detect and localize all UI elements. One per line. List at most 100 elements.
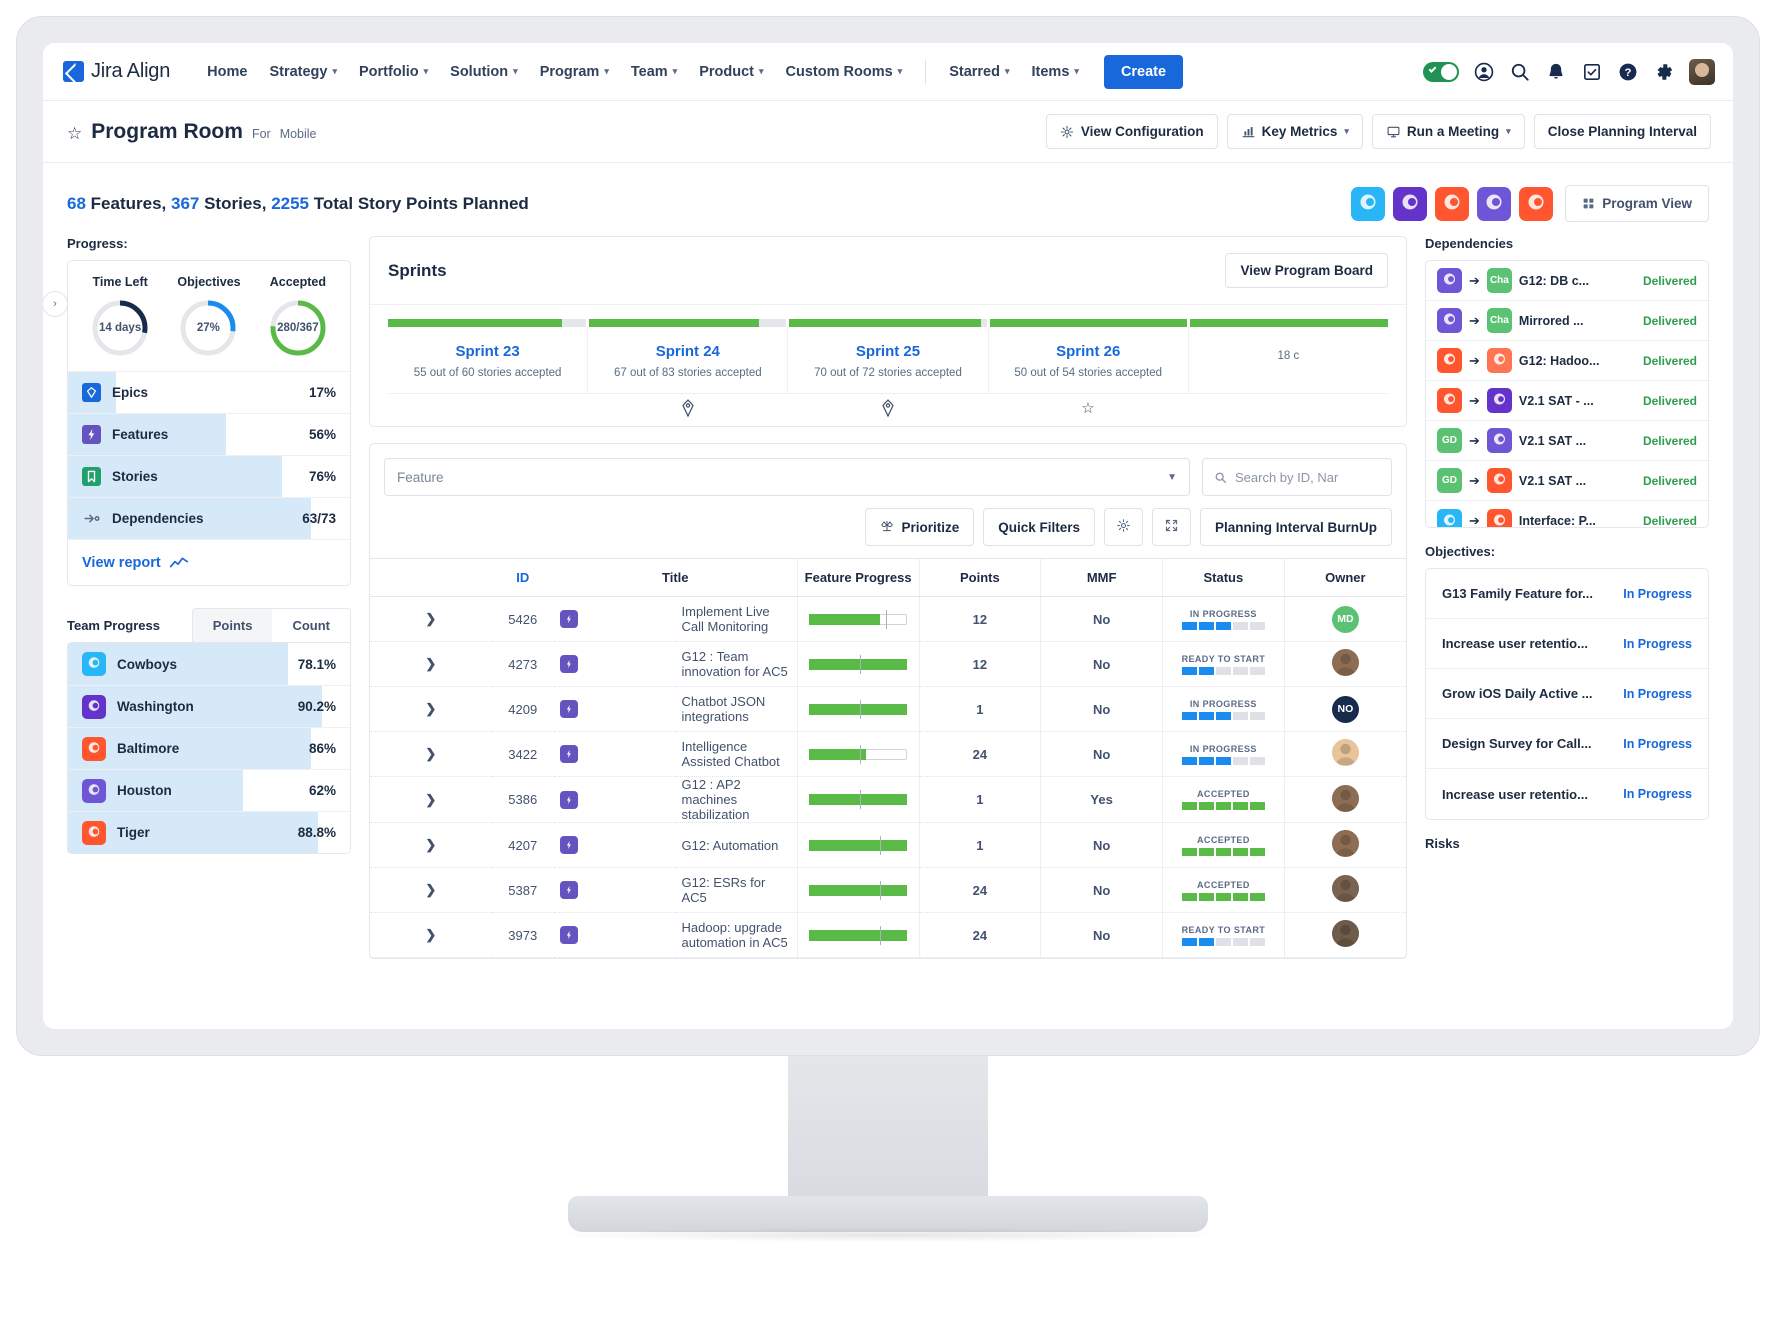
nav-item-program[interactable]: Program ▾ bbox=[529, 56, 620, 88]
nav-item-product[interactable]: Product ▾ bbox=[688, 56, 774, 88]
row-expand-chevron-icon[interactable]: ❯ bbox=[370, 822, 492, 868]
avatar[interactable] bbox=[1331, 649, 1359, 676]
sprint-marker-star[interactable]: ☆ bbox=[988, 394, 1188, 422]
sprint-marker-diamond[interactable] bbox=[788, 394, 988, 422]
row-id[interactable]: 3973 bbox=[491, 912, 554, 958]
dependency-row[interactable]: GD ➔ V2.1 SAT ... Delivered bbox=[1426, 461, 1708, 501]
nav-item-home[interactable]: Home bbox=[196, 56, 258, 88]
program-view-button[interactable]: Program View bbox=[1565, 185, 1709, 222]
avatar[interactable] bbox=[1331, 739, 1359, 766]
dependency-row[interactable]: GD ➔ V2.1 SAT ... Delivered bbox=[1426, 421, 1708, 461]
header-action-key-metrics[interactable]: Key Metrics ▾ bbox=[1226, 114, 1363, 149]
objective-row[interactable]: Increase user retentio... In Progress bbox=[1426, 769, 1708, 819]
tasks-checkbox-icon[interactable] bbox=[1581, 61, 1603, 83]
search-input[interactable]: Search by ID, Nar bbox=[1202, 458, 1392, 496]
objective-row[interactable]: Grow iOS Daily Active ... In Progress bbox=[1426, 669, 1708, 719]
help-icon[interactable]: ? bbox=[1617, 61, 1639, 83]
nav-item-portfolio[interactable]: Portfolio ▾ bbox=[348, 56, 439, 88]
nav-item-team[interactable]: Team ▾ bbox=[620, 56, 688, 88]
star-outline-icon[interactable]: ☆ bbox=[67, 124, 82, 144]
row-id[interactable]: 5387 bbox=[491, 867, 554, 913]
table-row[interactable]: ❯ 4207 G12: Automation 1 No ACCEPTED bbox=[370, 822, 1406, 868]
team-row-washington[interactable]: Washington 90.2% bbox=[68, 685, 350, 727]
progress-row-epics[interactable]: Epics 17% bbox=[68, 371, 350, 413]
team-row-tiger[interactable]: Tiger 88.8% bbox=[68, 811, 350, 853]
row-expand-chevron-icon[interactable]: ❯ bbox=[370, 596, 492, 642]
avatar[interactable] bbox=[1331, 875, 1359, 902]
feature-button-prioritize[interactable]: Prioritize bbox=[865, 508, 975, 546]
avatar[interactable] bbox=[1331, 784, 1359, 812]
row-id[interactable]: 4209 bbox=[491, 686, 554, 732]
feature-button-gear-icon[interactable] bbox=[1103, 508, 1143, 546]
baltimore-avatar[interactable] bbox=[1435, 186, 1470, 221]
tiger-avatar[interactable] bbox=[1519, 186, 1554, 221]
table-row[interactable]: ❯ 3973 Hadoop: upgrade automation in AC5 24… bbox=[370, 912, 1406, 958]
progress-row-features[interactable]: Features 56% bbox=[68, 413, 350, 455]
row-id[interactable]: 4207 bbox=[491, 822, 554, 868]
row-expand-chevron-icon[interactable]: ❯ bbox=[370, 776, 492, 823]
header-action-view-configuration[interactable]: View Configuration bbox=[1045, 114, 1218, 149]
row-id[interactable]: 5386 bbox=[491, 776, 554, 823]
sprint-marker-diamond[interactable] bbox=[588, 394, 788, 422]
avatar[interactable] bbox=[1331, 830, 1359, 857]
user-avatar[interactable] bbox=[1689, 58, 1715, 85]
table-row[interactable]: ❯ 4209 Chatbot JSON integrations 1 No IN PROG… bbox=[370, 686, 1406, 732]
row-expand-chevron-icon[interactable]: ❯ bbox=[370, 912, 492, 958]
avatar[interactable] bbox=[1331, 920, 1359, 947]
account-icon[interactable] bbox=[1473, 61, 1495, 83]
nav-item-strategy[interactable]: Strategy ▾ bbox=[258, 56, 348, 88]
dependency-row[interactable]: ➔ Cha Mirrored ... Delivered bbox=[1426, 301, 1708, 341]
team-row-houston[interactable]: Houston 62% bbox=[68, 769, 350, 811]
header-action-run-a-meeting[interactable]: Run a Meeting ▾ bbox=[1371, 114, 1525, 149]
sprint-cell[interactable]: Sprint 26 50 out of 54 stories accepted bbox=[989, 327, 1189, 393]
sidebar-expand-handle[interactable]: › bbox=[43, 291, 68, 317]
header-action-close-planning-interval[interactable]: Close Planning Interval bbox=[1533, 114, 1711, 149]
row-expand-chevron-icon[interactable]: ❯ bbox=[370, 641, 492, 687]
feature-button-expand-icon[interactable] bbox=[1151, 508, 1191, 546]
view-report-link[interactable]: View report bbox=[68, 539, 350, 585]
table-row[interactable]: ❯ 3422 Intelligence Assisted Chatbot 24 No IN… bbox=[370, 731, 1406, 777]
avatar[interactable]: NO bbox=[1331, 695, 1359, 723]
create-button[interactable]: Create bbox=[1103, 54, 1184, 89]
row-expand-chevron-icon[interactable]: ❯ bbox=[370, 867, 492, 913]
notification-bell-icon[interactable] bbox=[1545, 61, 1567, 83]
team-row-cowboys[interactable]: Cowboys 78.1% bbox=[68, 643, 350, 685]
progress-row-stories[interactable]: Stories 76% bbox=[68, 455, 350, 497]
dependency-row[interactable]: ➔ V2.1 SAT - ... Delivered bbox=[1426, 381, 1708, 421]
team-progress-tab-points[interactable]: Points bbox=[192, 609, 273, 642]
table-row[interactable]: ❯ 5387 G12: ESRs for AC5 24 No ACCEPTED bbox=[370, 867, 1406, 913]
objective-row[interactable]: Increase user retentio... In Progress bbox=[1426, 619, 1708, 669]
row-expand-chevron-icon[interactable]: ❯ bbox=[370, 686, 492, 732]
search-icon[interactable] bbox=[1509, 61, 1531, 83]
nav-item-items[interactable]: Items ▾ bbox=[1021, 56, 1090, 88]
row-id[interactable]: 4273 bbox=[491, 641, 554, 687]
feature-button-planning-interval-burnup[interactable]: Planning Interval BurnUp bbox=[1199, 508, 1392, 546]
houston-avatar[interactable] bbox=[1477, 186, 1512, 221]
dependency-row[interactable]: ➔ G12: Hadoo... Delivered bbox=[1426, 341, 1708, 381]
avatar[interactable]: MD bbox=[1331, 605, 1359, 633]
row-id[interactable]: 5426 bbox=[491, 596, 554, 642]
dependency-row[interactable]: ➔ Interface: P... Delivered bbox=[1426, 501, 1708, 527]
sprint-cell[interactable]: 18 c bbox=[1189, 327, 1388, 393]
objective-row[interactable]: G13 Family Feature for... In Progress bbox=[1426, 569, 1708, 619]
feature-button-quick-filters[interactable]: Quick Filters bbox=[983, 508, 1095, 546]
nav-item-custom-rooms[interactable]: Custom Rooms ▾ bbox=[775, 56, 914, 88]
sprint-cell[interactable]: Sprint 24 67 out of 83 stories accepted bbox=[588, 327, 789, 393]
brand-logo[interactable]: Jira Align bbox=[63, 60, 170, 83]
settings-gear-icon[interactable] bbox=[1653, 61, 1675, 83]
team-progress-tab-count[interactable]: Count bbox=[272, 609, 350, 642]
table-row[interactable]: ❯ 4273 G12 : Team innovation for AC5 12 No RE… bbox=[370, 641, 1406, 687]
table-row[interactable]: ❯ 5426 Implement Live Call Monitoring 12 No I… bbox=[370, 596, 1406, 642]
team-row-baltimore[interactable]: Baltimore 86% bbox=[68, 727, 350, 769]
progress-row-dependencies[interactable]: Dependencies 63/73 bbox=[68, 497, 350, 539]
cowboys-avatar[interactable] bbox=[1351, 186, 1386, 221]
objective-row[interactable]: Design Survey for Call... In Progress bbox=[1426, 719, 1708, 769]
sprint-cell[interactable]: Sprint 23 55 out of 60 stories accepted bbox=[388, 327, 589, 393]
dependency-row[interactable]: ➔ Cha G12: DB c... Delivered bbox=[1426, 261, 1708, 301]
nav-item-solution[interactable]: Solution ▾ bbox=[439, 56, 529, 88]
nav-item-starred[interactable]: Starred ▾ bbox=[938, 56, 1020, 88]
type-filter-select[interactable]: Feature ▼ bbox=[384, 458, 1190, 496]
sprint-cell[interactable]: Sprint 25 70 out of 72 stories accepted bbox=[788, 327, 989, 393]
row-id[interactable]: 3422 bbox=[491, 731, 554, 777]
washington-avatar[interactable] bbox=[1393, 186, 1428, 221]
